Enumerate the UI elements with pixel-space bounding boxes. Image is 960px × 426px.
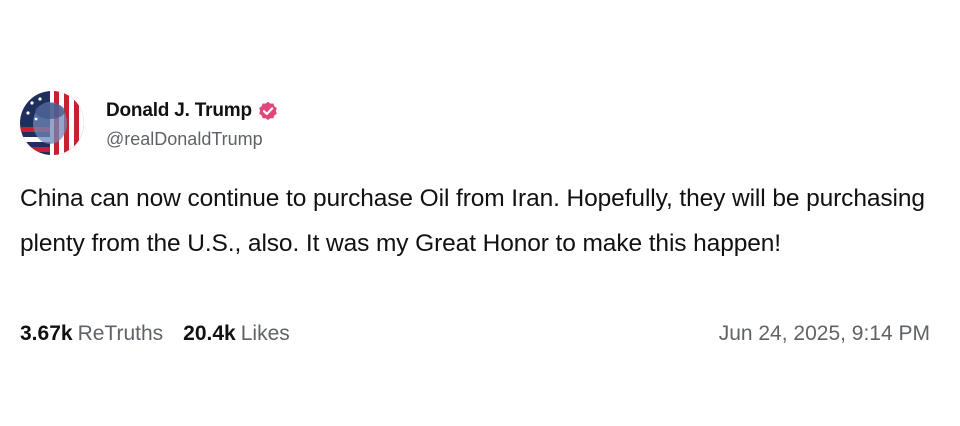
likes-count: 20.4k	[183, 322, 236, 345]
post-card: Donald J. Trump @realDonaldTrump China c…	[20, 88, 935, 345]
retruths-stat[interactable]: 3.67k ReTruths	[20, 322, 163, 346]
avatar-image	[20, 91, 84, 155]
author-display-name[interactable]: Donald J. Trump	[106, 100, 252, 122]
post-footer: 3.67k ReTruths 20.4k Likes Jun 24, 2025,…	[20, 319, 930, 349]
author-identity: Donald J. Trump @realDonaldTrump	[106, 97, 278, 150]
avatar[interactable]	[20, 91, 84, 155]
post-header: Donald J. Trump @realDonaldTrump	[20, 88, 935, 158]
retruths-label: ReTruths	[77, 322, 164, 345]
author-handle[interactable]: @realDonaldTrump	[106, 129, 278, 150]
retruths-count: 3.67k	[20, 322, 73, 345]
post-timestamp[interactable]: Jun 24, 2025, 9:14 PM	[719, 322, 930, 346]
post-text: China can now continue to purchase Oil f…	[20, 185, 925, 257]
likes-stat[interactable]: 20.4k Likes	[183, 322, 290, 346]
verified-badge-icon	[258, 101, 278, 121]
likes-label: Likes	[240, 322, 290, 345]
name-row: Donald J. Trump	[106, 97, 278, 125]
